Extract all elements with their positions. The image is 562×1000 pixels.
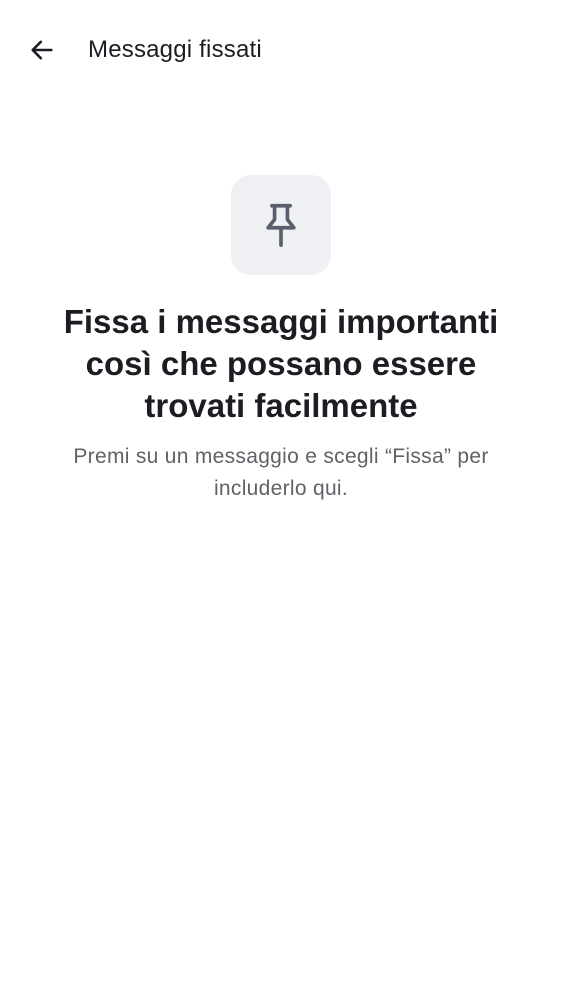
pin-icon-tile <box>231 175 331 275</box>
empty-state-description: Premi su un messaggio e scegli “Fissa” p… <box>73 445 489 500</box>
back-button[interactable] <box>18 26 66 74</box>
pin-icon <box>266 203 296 247</box>
pinned-messages-screen: Messaggi fissati Fissa i messaggi import… <box>0 0 562 1000</box>
app-bar: Messaggi fissati <box>0 0 562 100</box>
empty-state-headline: Fissa i messaggi importanti così che pos… <box>63 303 499 424</box>
empty-state: Fissa i messaggi importanti così che pos… <box>0 175 562 505</box>
arrow-left-icon <box>31 40 53 60</box>
page-title: Messaggi fissati <box>88 36 262 63</box>
